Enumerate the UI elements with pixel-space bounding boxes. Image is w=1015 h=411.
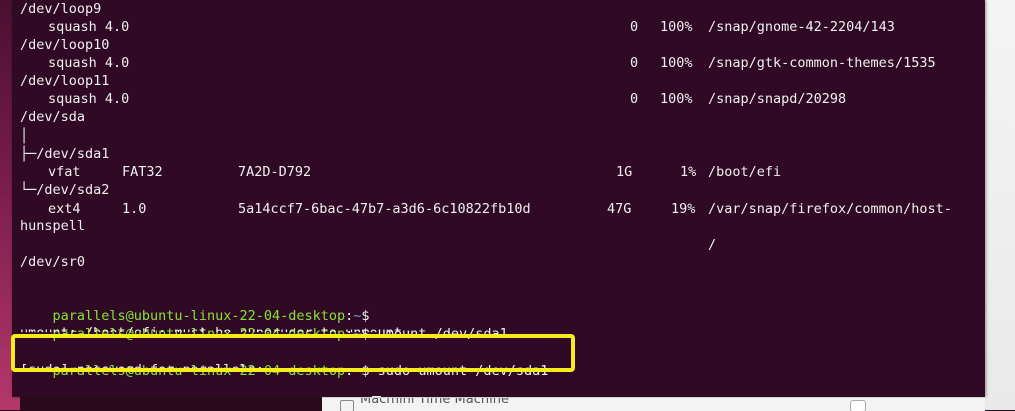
prompt-line: parallels@ubuntu-linux-22-04-desktop:~$ … [52,363,549,379]
device-path: /dev/loop11 [20,73,110,89]
device-row: ext4 1.0 5a14ccf7-6bac-47b7-a3d6-6c10822… [48,201,952,217]
window-button[interactable] [850,400,866,411]
device-row: squash 4.0 0 100% /snap/gtk-common-theme… [48,55,936,71]
window-icon [340,400,354,411]
device-row: vfat FAT32 7A2D-D792 1G 1% /boot/efi [48,164,782,180]
device-row: squash 4.0 0 100% /snap/gnome-42-2204/14… [48,19,895,35]
device-path: /dev/loop10 [20,37,110,53]
background-window[interactable]: Macmini Time Machine [322,397,985,411]
device-path: /dev/sr0 [20,254,86,270]
device-path: ├─/dev/sda1 [20,146,110,162]
device-path: └─/dev/sda2 [20,182,110,198]
prompt-line[interactable]: parallels@ubuntu-linux-22-04-desktop:~$ [20,378,381,397]
tree-branch: │ [20,128,29,144]
prompt-line: parallels@ubuntu-linux-22-04-desktop:~$ … [52,326,508,342]
terminal-window[interactable]: /dev/loop9 squash 4.0 0 100% /snap/gnome… [12,0,985,397]
prompt-line: parallels@ubuntu-linux-22-04-desktop:~$ [52,308,370,324]
wrapped-mount: hunspell [20,218,86,234]
desktop-background [985,0,1015,410]
window-title: Macmini Time Machine [360,397,509,407]
device-path: /dev/loop9 [20,1,102,17]
wrapped-mount: / [708,237,717,253]
device-row: squash 4.0 0 100% /snap/snapd/20298 [48,91,847,107]
device-path: /dev/sda [20,109,86,125]
